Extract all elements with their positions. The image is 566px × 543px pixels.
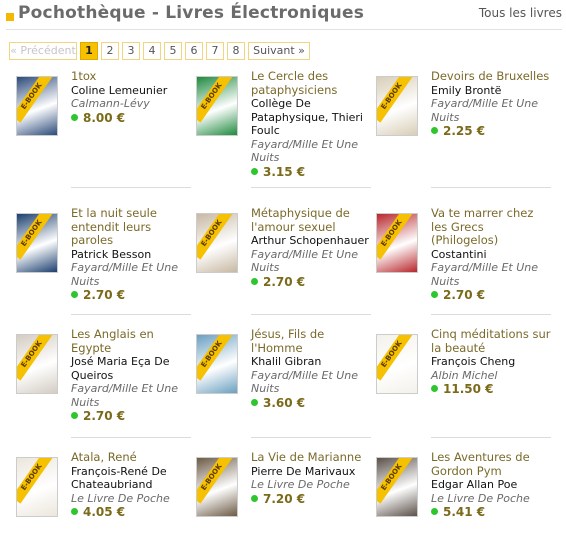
availability-dot-icon xyxy=(431,127,438,134)
book-cover[interactable]: E-BOOK xyxy=(376,213,418,273)
card-divider xyxy=(71,314,191,315)
book-price: 4.05 € xyxy=(71,505,191,520)
book-author[interactable]: Arthur Schopenhauer xyxy=(251,234,371,248)
book-publisher: Calmann-Lévy xyxy=(71,97,150,110)
book-price: 3.15 € xyxy=(251,165,371,180)
book-price: 3.60 € xyxy=(251,396,371,411)
book-cover[interactable]: E-BOOK xyxy=(376,76,418,136)
book-cover[interactable]: E-BOOK xyxy=(196,334,238,394)
book-price: 11.50 € xyxy=(431,382,551,397)
card-divider xyxy=(431,437,551,438)
page-5-button[interactable]: 5 xyxy=(164,42,182,60)
page-2-button[interactable]: 2 xyxy=(101,42,119,60)
book-price: 7.20 € xyxy=(251,492,371,507)
header-divider xyxy=(6,29,562,30)
book-author[interactable]: Emily Brontë xyxy=(431,84,551,98)
book-cover[interactable]: E-BOOK xyxy=(196,213,238,273)
page-6-button[interactable]: 6 xyxy=(185,42,203,60)
book-title[interactable]: Atala, René xyxy=(71,450,191,465)
book-price: 2.70 € xyxy=(71,409,191,424)
book-cover[interactable]: E-BOOK xyxy=(16,334,58,394)
book-title[interactable]: Les Anglais en Egypte xyxy=(71,327,191,355)
card-divider xyxy=(251,437,371,438)
availability-dot-icon xyxy=(251,494,258,502)
page-3-button[interactable]: 3 xyxy=(122,42,140,60)
book-cover[interactable]: E-BOOK xyxy=(196,457,238,517)
book-title[interactable]: La Vie de Marianne xyxy=(251,450,371,465)
book-cover[interactable]: E-BOOK xyxy=(376,334,418,394)
book-price: 2.70 € xyxy=(71,288,191,303)
availability-dot-icon xyxy=(251,398,258,406)
book-publisher: Fayard/Mille Et Une Nuits xyxy=(251,368,359,396)
availability-dot-icon xyxy=(71,412,78,419)
book-cover[interactable]: E-BOOK xyxy=(196,76,238,136)
book-title[interactable]: Devoirs de Bruxelles xyxy=(431,69,551,84)
availability-dot-icon xyxy=(71,113,78,121)
book-price: 2.70 € xyxy=(431,288,551,303)
book-cover[interactable]: E-BOOK xyxy=(16,213,58,273)
book-publisher: Fayard/Mille Et Une Nuits xyxy=(251,247,359,275)
book-author[interactable]: Patrick Besson xyxy=(71,248,191,262)
card-divider xyxy=(251,187,371,188)
book-publisher: Le Livre De Poche xyxy=(71,491,170,505)
page-1-button[interactable]: 1 xyxy=(80,42,98,60)
book-publisher: Fayard/Mille Et Une Nuits xyxy=(71,261,179,288)
card-divider xyxy=(71,437,191,438)
book-publisher: Le Livre De Poche xyxy=(251,478,350,491)
book-author[interactable]: Costantini xyxy=(431,248,551,262)
book-title[interactable]: Et la nuit seule entendit leurs paroles xyxy=(71,206,191,248)
book-title[interactable]: 1tox xyxy=(71,69,191,84)
book-author[interactable]: Coline Lemeunier xyxy=(71,84,191,98)
availability-dot-icon xyxy=(431,385,438,392)
availability-dot-icon xyxy=(71,508,78,515)
book-title[interactable]: Cinq méditations sur la beauté xyxy=(431,327,551,355)
card-divider xyxy=(431,187,551,188)
book-publisher: Albin Michel xyxy=(431,368,498,382)
book-title[interactable]: Les Aventures de Gordon Pym xyxy=(431,450,551,478)
book-price: 2.25 € xyxy=(431,124,551,139)
book-author[interactable]: Collège De Pataphysique, Thieri Foulc xyxy=(251,97,371,138)
all-books-link[interactable]: Tous les livres xyxy=(479,6,562,20)
title-bullet-icon xyxy=(6,13,14,21)
book-publisher: Le Livre De Poche xyxy=(431,491,530,505)
book-cover[interactable]: E-BOOK xyxy=(16,76,58,136)
card-divider xyxy=(431,314,551,315)
book-author[interactable]: José Maria Eça De Queiros xyxy=(71,355,191,382)
availability-dot-icon xyxy=(251,277,258,285)
book-cover[interactable]: E-BOOK xyxy=(376,457,418,517)
book-price: 8.00 € xyxy=(71,111,191,126)
card-divider xyxy=(251,314,371,315)
page-4-button[interactable]: 4 xyxy=(143,42,161,60)
next-page-button[interactable]: Suivant » xyxy=(248,42,310,60)
book-cover[interactable]: E-BOOK xyxy=(16,457,58,517)
book-publisher: Fayard/Mille Et Une Nuits xyxy=(431,97,539,124)
prev-page-button[interactable]: « Précédent xyxy=(9,42,77,60)
book-title[interactable]: Va te marrer chez les Grecs (Philogelos) xyxy=(431,206,551,248)
book-author[interactable]: Edgar Allan Poe xyxy=(431,478,551,492)
pagination: « Précédent 1 2 3 4 5 6 7 8 Suivant » xyxy=(9,42,310,60)
book-publisher: Fayard/Mille Et Une Nuits xyxy=(71,382,179,409)
page-header: Pochothèque - Livres Électroniques Tous … xyxy=(0,0,566,32)
book-title[interactable]: Jésus, Fils de l'Homme xyxy=(251,327,371,355)
book-author[interactable]: Khalil Gibran xyxy=(251,355,371,369)
book-author[interactable]: François Cheng xyxy=(431,355,551,369)
availability-dot-icon xyxy=(71,291,78,298)
page-8-button[interactable]: 8 xyxy=(227,42,245,60)
book-title[interactable]: Le Cercle des pataphysiciens xyxy=(251,69,371,97)
availability-dot-icon xyxy=(431,291,438,298)
book-price: 2.70 € xyxy=(251,275,371,290)
book-publisher: Fayard/Mille Et Une Nuits xyxy=(431,261,539,288)
page-title: Pochothèque - Livres Électroniques xyxy=(18,3,365,23)
book-author[interactable]: Pierre De Marivaux xyxy=(251,465,371,479)
page-7-button[interactable]: 7 xyxy=(206,42,224,60)
availability-dot-icon xyxy=(431,508,438,515)
card-divider xyxy=(71,187,191,188)
book-publisher: Fayard/Mille Et Une Nuits xyxy=(251,137,359,165)
book-author[interactable]: François-René De Chateaubriand xyxy=(71,465,191,492)
availability-dot-icon xyxy=(251,167,258,175)
book-price: 5.41 € xyxy=(431,505,551,520)
book-title[interactable]: Métaphysique de l'amour sexuel xyxy=(251,206,371,234)
